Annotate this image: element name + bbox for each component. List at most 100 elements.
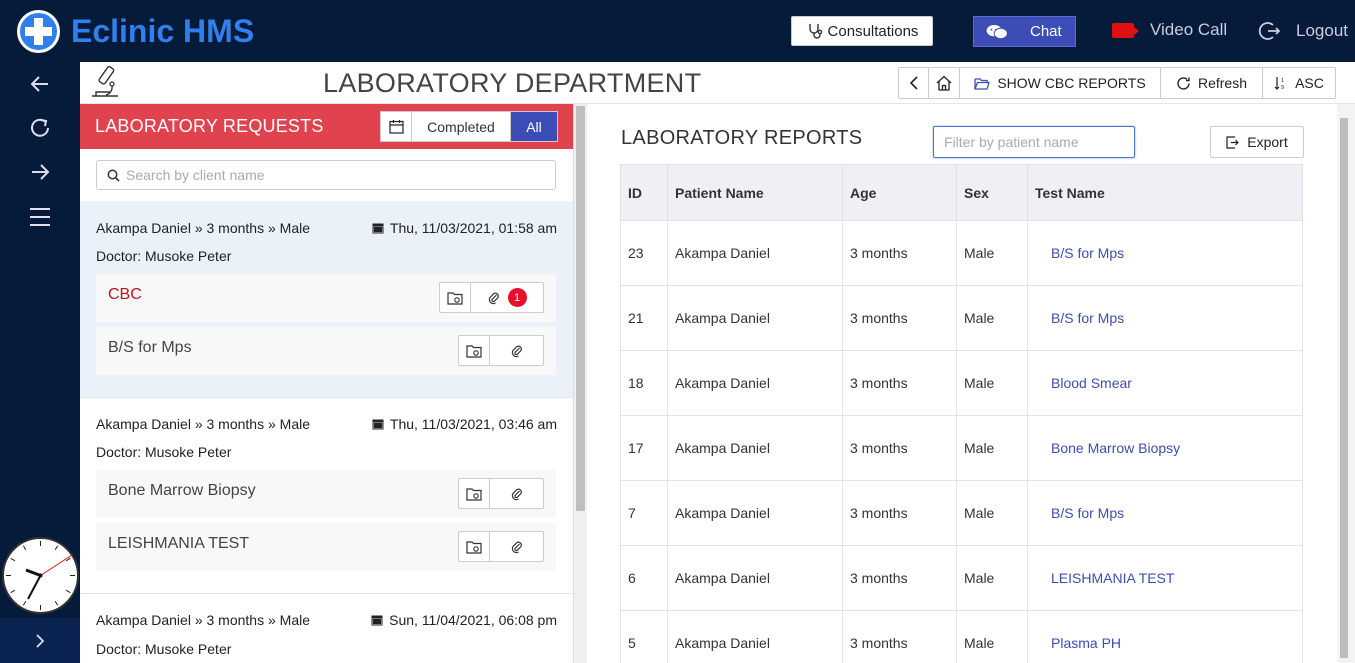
reports-scrollbar[interactable] bbox=[1337, 104, 1355, 663]
cell-test-name-link[interactable]: LEISHMANIA TEST bbox=[1027, 545, 1303, 611]
show-cbc-reports-button[interactable]: SHOW CBC REPORTS bbox=[960, 68, 1161, 98]
attachments-button[interactable] bbox=[490, 336, 543, 365]
patient-filter-input[interactable] bbox=[933, 126, 1135, 158]
request-card[interactable]: Akampa Daniel » 3 months » Male Sun, 11/… bbox=[80, 593, 573, 663]
chat-button[interactable]: Chat bbox=[973, 16, 1076, 47]
column-header-id[interactable]: ID bbox=[620, 164, 668, 221]
table-row[interactable]: 21 Akampa Daniel 3 months Male B/S for M… bbox=[620, 285, 1303, 351]
consultations-label: Consultations bbox=[827, 22, 919, 40]
video-call-label: Video Call bbox=[1150, 20, 1228, 39]
request-card[interactable]: Akampa Daniel » 3 months » Male Thu, 11/… bbox=[80, 201, 573, 397]
upload-result-button[interactable] bbox=[440, 283, 471, 312]
cell-patient-name: Akampa Daniel bbox=[667, 480, 843, 546]
cell-test-name-link[interactable]: B/S for Mps bbox=[1027, 480, 1303, 546]
video-camera-icon bbox=[1112, 22, 1139, 38]
attachments-button[interactable] bbox=[490, 532, 543, 561]
expand-sidebar-button[interactable] bbox=[0, 618, 80, 663]
export-button[interactable]: Export bbox=[1210, 126, 1304, 158]
hamburger-icon[interactable] bbox=[25, 202, 55, 232]
paperclip-icon bbox=[511, 541, 522, 553]
cell-id: 18 bbox=[620, 350, 668, 416]
cell-patient-name: Akampa Daniel bbox=[667, 350, 843, 416]
show-cbc-reports-label: SHOW CBC REPORTS bbox=[997, 75, 1146, 91]
logout-link[interactable]: Logout bbox=[1258, 20, 1348, 42]
table-row[interactable]: 17 Akampa Daniel 3 months Male Bone Marr… bbox=[620, 415, 1303, 481]
request-doctor: Doctor: Musoke Peter bbox=[96, 444, 232, 460]
upload-result-button[interactable] bbox=[459, 532, 490, 561]
refresh-button[interactable]: Refresh bbox=[1161, 68, 1263, 98]
home-button[interactable] bbox=[929, 68, 960, 98]
cell-age: 3 months bbox=[842, 415, 957, 481]
arrow-right-icon[interactable] bbox=[25, 157, 55, 187]
attachments-button[interactable] bbox=[490, 479, 543, 508]
reports-table: ID Patient Name Age Sex Test Name 23 Aka… bbox=[620, 164, 1303, 663]
table-row[interactable]: 5 Akampa Daniel 3 months Male Plasma PH bbox=[620, 610, 1303, 663]
test-actions bbox=[458, 531, 544, 562]
top-bar: Eclinic HMS Consultations Chat Video Cal… bbox=[0, 0, 1355, 62]
filter-completed-button[interactable]: Completed bbox=[412, 112, 511, 141]
video-call-link[interactable]: Video Call bbox=[1112, 20, 1227, 40]
calendar-icon bbox=[372, 223, 384, 234]
logout-label: Logout bbox=[1296, 21, 1348, 40]
consultations-button[interactable]: Consultations bbox=[791, 16, 933, 46]
request-doctor: Doctor: Musoke Peter bbox=[96, 248, 232, 264]
chat-bubble-icon bbox=[986, 24, 1008, 39]
filter-all-button[interactable]: All bbox=[511, 112, 557, 141]
back-button[interactable] bbox=[899, 68, 929, 98]
sort-ascending-icon: 19 bbox=[1274, 77, 1284, 90]
header-toolbar: SHOW CBC REPORTS Refresh 19 ASC bbox=[898, 67, 1336, 99]
upload-result-button[interactable] bbox=[459, 479, 490, 508]
column-header-test-name[interactable]: Test Name bbox=[1027, 164, 1303, 221]
folder-upload-icon bbox=[447, 291, 463, 305]
sort-asc-button[interactable]: 19 ASC bbox=[1263, 68, 1335, 98]
refresh-icon[interactable] bbox=[25, 113, 55, 143]
request-date: Thu, 11/03/2021, 01:58 am bbox=[372, 220, 557, 236]
table-row[interactable]: 7 Akampa Daniel 3 months Male B/S for Mp… bbox=[620, 480, 1303, 546]
test-item-bone-marrow-biopsy[interactable]: Bone Marrow Biopsy bbox=[96, 470, 556, 518]
cell-sex: Male bbox=[956, 415, 1028, 481]
cell-patient-name: Akampa Daniel bbox=[667, 610, 843, 663]
cell-sex: Male bbox=[956, 545, 1028, 611]
cell-test-name-link[interactable]: Bone Marrow Biopsy bbox=[1027, 415, 1303, 481]
request-patient-info: Akampa Daniel » 3 months » Male bbox=[96, 220, 310, 236]
cell-age: 3 months bbox=[842, 220, 957, 286]
date-filter-button[interactable] bbox=[381, 112, 412, 141]
column-header-sex[interactable]: Sex bbox=[956, 164, 1028, 221]
upload-result-button[interactable] bbox=[459, 336, 490, 365]
refresh-label: Refresh bbox=[1197, 75, 1248, 91]
table-row[interactable]: 18 Akampa Daniel 3 months Male Blood Sme… bbox=[620, 350, 1303, 416]
test-actions bbox=[458, 478, 544, 509]
requests-header: LABORATORY REQUESTS Completed All bbox=[80, 104, 573, 149]
paperclip-icon bbox=[488, 292, 499, 304]
cell-age: 3 months bbox=[842, 350, 957, 416]
test-name: Bone Marrow Biopsy bbox=[108, 482, 256, 499]
cell-sex: Male bbox=[956, 480, 1028, 546]
folder-upload-icon bbox=[466, 344, 482, 358]
table-header-row: ID Patient Name Age Sex Test Name bbox=[620, 164, 1303, 221]
requests-scrollbar[interactable] bbox=[573, 104, 587, 663]
attachments-button[interactable]: 1 bbox=[471, 283, 543, 312]
column-header-patient-name[interactable]: Patient Name bbox=[667, 164, 843, 221]
test-item-leishmania[interactable]: LEISHMANIA TEST bbox=[96, 523, 556, 571]
table-row[interactable]: 6 Akampa Daniel 3 months Male LEISHMANIA… bbox=[620, 545, 1303, 611]
client-search-input[interactable] bbox=[126, 167, 526, 183]
folder-upload-icon bbox=[466, 487, 482, 501]
cell-sex: Male bbox=[956, 610, 1028, 663]
test-name: LEISHMANIA TEST bbox=[108, 535, 250, 552]
cell-age: 3 months bbox=[842, 545, 957, 611]
cell-test-name-link[interactable]: B/S for Mps bbox=[1027, 285, 1303, 351]
cell-test-name-link[interactable]: B/S for Mps bbox=[1027, 220, 1303, 286]
test-item-cbc[interactable]: CBC 1 bbox=[96, 274, 556, 322]
stethoscope-icon bbox=[808, 24, 822, 39]
laboratory-reports-panel: LABORATORY REPORTS Export ID Patient Nam… bbox=[587, 104, 1337, 663]
arrow-left-icon[interactable] bbox=[25, 69, 55, 99]
cell-test-name-link[interactable]: Plasma PH bbox=[1027, 610, 1303, 663]
request-card[interactable]: Akampa Daniel » 3 months » Male Thu, 11/… bbox=[80, 397, 573, 593]
table-row[interactable]: 23 Akampa Daniel 3 months Male B/S for M… bbox=[620, 220, 1303, 286]
test-item-bs-for-mps[interactable]: B/S for Mps bbox=[96, 327, 556, 375]
column-header-age[interactable]: Age bbox=[842, 164, 957, 221]
refresh-icon bbox=[1177, 76, 1190, 90]
chevron-right-icon bbox=[36, 633, 45, 648]
cell-test-name-link[interactable]: Blood Smear bbox=[1027, 350, 1303, 416]
sort-label: ASC bbox=[1295, 75, 1324, 91]
